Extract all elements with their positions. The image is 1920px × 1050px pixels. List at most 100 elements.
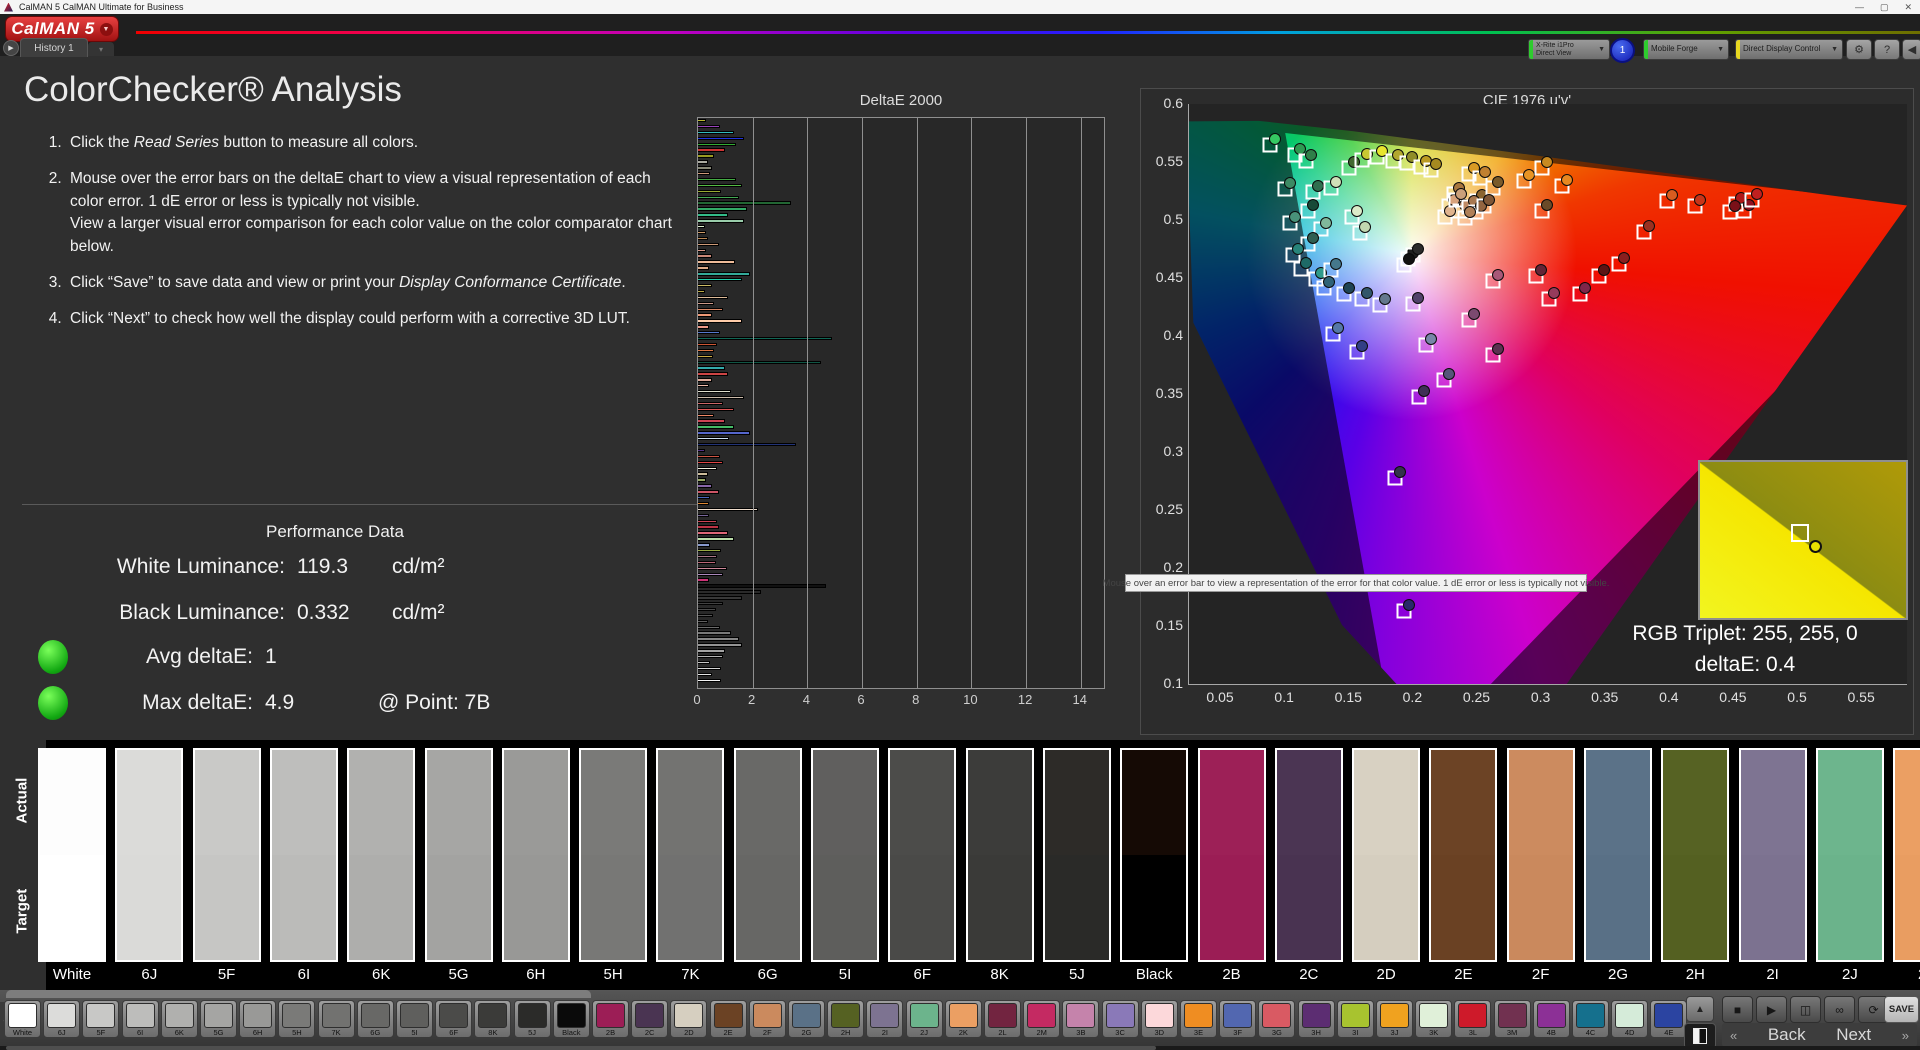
deltae-bar[interactable] — [698, 666, 722, 671]
deltae-bar[interactable] — [698, 496, 711, 500]
deltae-bar[interactable] — [698, 148, 726, 152]
patch-chip-3B[interactable]: 3B — [1062, 1000, 1100, 1038]
deltae-bar[interactable] — [698, 537, 734, 541]
patch-chip-6I[interactable]: 6I — [121, 1000, 159, 1038]
patch-chip-4C[interactable]: 4C — [1572, 1000, 1609, 1038]
deltae-bar[interactable] — [698, 283, 712, 288]
deltae-bar[interactable] — [698, 119, 707, 123]
patch-chip-2I[interactable]: 2I — [866, 1000, 904, 1038]
deltae-bar[interactable] — [698, 442, 797, 447]
collapse-button[interactable]: ◀ — [1902, 39, 1920, 60]
deltae-bar[interactable] — [698, 236, 708, 241]
patch-chip-3M[interactable]: 3M — [1493, 1000, 1531, 1038]
deltae-bar[interactable] — [698, 631, 731, 635]
patch-chip-2D[interactable]: 2D — [670, 1000, 708, 1038]
deltae-bar[interactable] — [698, 413, 715, 417]
deltae-bar[interactable] — [698, 643, 742, 647]
deltae-bar[interactable] — [698, 619, 708, 624]
deltae-bar[interactable] — [698, 678, 722, 682]
deltae-bar[interactable] — [698, 166, 712, 170]
deltae-bar[interactable] — [698, 454, 720, 459]
tab-history-1[interactable]: History 1 — [20, 38, 88, 57]
deltae-bar[interactable] — [698, 543, 711, 547]
deltae-bar[interactable] — [698, 448, 705, 453]
deltae-bar[interactable] — [698, 136, 745, 141]
patch-chip-3C[interactable]: 3C — [1101, 1000, 1139, 1038]
patch-chip-2L[interactable]: 2L — [984, 1000, 1021, 1038]
deltae-bar[interactable] — [698, 295, 729, 300]
deltae-bar[interactable] — [698, 549, 722, 553]
pattern-window-button[interactable]: ◫ — [1790, 996, 1821, 1023]
patch-chip-Black[interactable]: Black — [552, 1000, 590, 1038]
deltae-bar[interactable] — [698, 348, 715, 353]
patch-chip-6F[interactable]: 6F — [435, 1000, 473, 1038]
back-chevron-icon[interactable]: « — [1730, 1028, 1737, 1043]
deltae-bar[interactable] — [698, 225, 705, 229]
help-button[interactable]: ? — [1874, 39, 1900, 60]
deltae-bar[interactable] — [698, 372, 729, 376]
deltae-bar[interactable] — [698, 366, 726, 370]
next-chevron-icon[interactable]: » — [1902, 1028, 1909, 1043]
patch-chip-White[interactable]: White — [4, 1000, 41, 1038]
patch-chip-6H[interactable]: 6H — [239, 1000, 277, 1038]
deltae-bar[interactable] — [698, 596, 742, 600]
patch-chip-3J[interactable]: 3J — [1376, 1000, 1413, 1038]
display-control-button[interactable]: Direct Display Control ▼ — [1735, 39, 1843, 60]
deltae-bar[interactable] — [698, 384, 709, 388]
deltae-bar[interactable] — [698, 360, 822, 364]
deltae-bar[interactable] — [698, 566, 727, 571]
patch-chip-3D[interactable]: 3D — [1140, 1000, 1178, 1038]
deltae-bar[interactable] — [698, 307, 723, 311]
deltae-bar[interactable] — [698, 142, 737, 146]
deltae-bar[interactable] — [698, 336, 832, 341]
deltae-bar[interactable] — [698, 572, 723, 576]
patch-chip-2K[interactable]: 2K — [944, 1000, 982, 1038]
patch-chip-8K[interactable]: 8K — [474, 1000, 512, 1038]
deltae-bar[interactable] — [698, 478, 707, 482]
deltae-bar[interactable] — [698, 513, 709, 518]
deltae-bar[interactable] — [698, 602, 723, 606]
patch-chip-4D[interactable]: 4D — [1611, 1000, 1649, 1038]
deltae-bar[interactable] — [698, 431, 750, 435]
patch-chip-2B[interactable]: 2B — [592, 1000, 629, 1038]
patch-chip-3G[interactable]: 3G — [1258, 1000, 1296, 1038]
patch-chip-5F[interactable]: 5F — [82, 1000, 120, 1038]
deltae-bar[interactable] — [698, 272, 750, 276]
deltae-bar[interactable] — [698, 172, 711, 176]
patch-chip-3K[interactable]: 3K — [1415, 1000, 1453, 1038]
patch-chip-3F[interactable]: 3F — [1219, 1000, 1257, 1038]
deltae-bar[interactable] — [698, 201, 791, 205]
deltae-bar[interactable] — [698, 490, 719, 494]
deltae-bar[interactable] — [698, 183, 742, 188]
patch-chip-2C[interactable]: 2C — [631, 1000, 669, 1038]
deltae-bar[interactable] — [698, 325, 709, 329]
patch-chip-3I[interactable]: 3I — [1336, 1000, 1374, 1038]
deltae-bar[interactable] — [698, 590, 761, 594]
deltae-bar[interactable] — [698, 407, 734, 412]
patch-chip-2H[interactable]: 2H — [827, 1000, 865, 1038]
patch-chip-3L[interactable]: 3L — [1454, 1000, 1492, 1038]
tab-scroll-left-button[interactable]: ▶ — [3, 40, 19, 56]
deltae-bar[interactable] — [698, 637, 739, 641]
deltae-bar[interactable] — [698, 472, 708, 476]
meter-count-badge[interactable]: 1 — [1610, 38, 1635, 63]
deltae-bar[interactable] — [698, 207, 748, 211]
deltae-bar[interactable] — [698, 189, 722, 194]
close-icon[interactable]: ✕ — [1904, 2, 1912, 13]
deltae-bar[interactable] — [698, 607, 716, 612]
tab-ghost[interactable]: ▾ — [88, 42, 114, 56]
patch-chip-6G[interactable]: 6G — [356, 1000, 394, 1038]
deltae-bar[interactable] — [698, 660, 711, 665]
toolbar-scrollbar-thumb[interactable] — [6, 1046, 1156, 1050]
deltae-bar[interactable] — [698, 649, 726, 653]
patch-chip-5I[interactable]: 5I — [396, 1000, 433, 1038]
patch-chip-4B[interactable]: 4B — [1532, 1000, 1570, 1038]
stop-button[interactable]: ■ — [1722, 996, 1753, 1023]
deltae-bar[interactable] — [698, 507, 759, 512]
deltae-bar[interactable] — [698, 354, 714, 359]
settings-button[interactable]: ⚙ — [1846, 39, 1872, 60]
patch-chip-2F[interactable]: 2F — [748, 1000, 786, 1038]
link-button[interactable]: ∞ — [1824, 996, 1855, 1023]
patch-chip-6K[interactable]: 6K — [160, 1000, 198, 1038]
deltae-bar[interactable] — [698, 219, 745, 223]
